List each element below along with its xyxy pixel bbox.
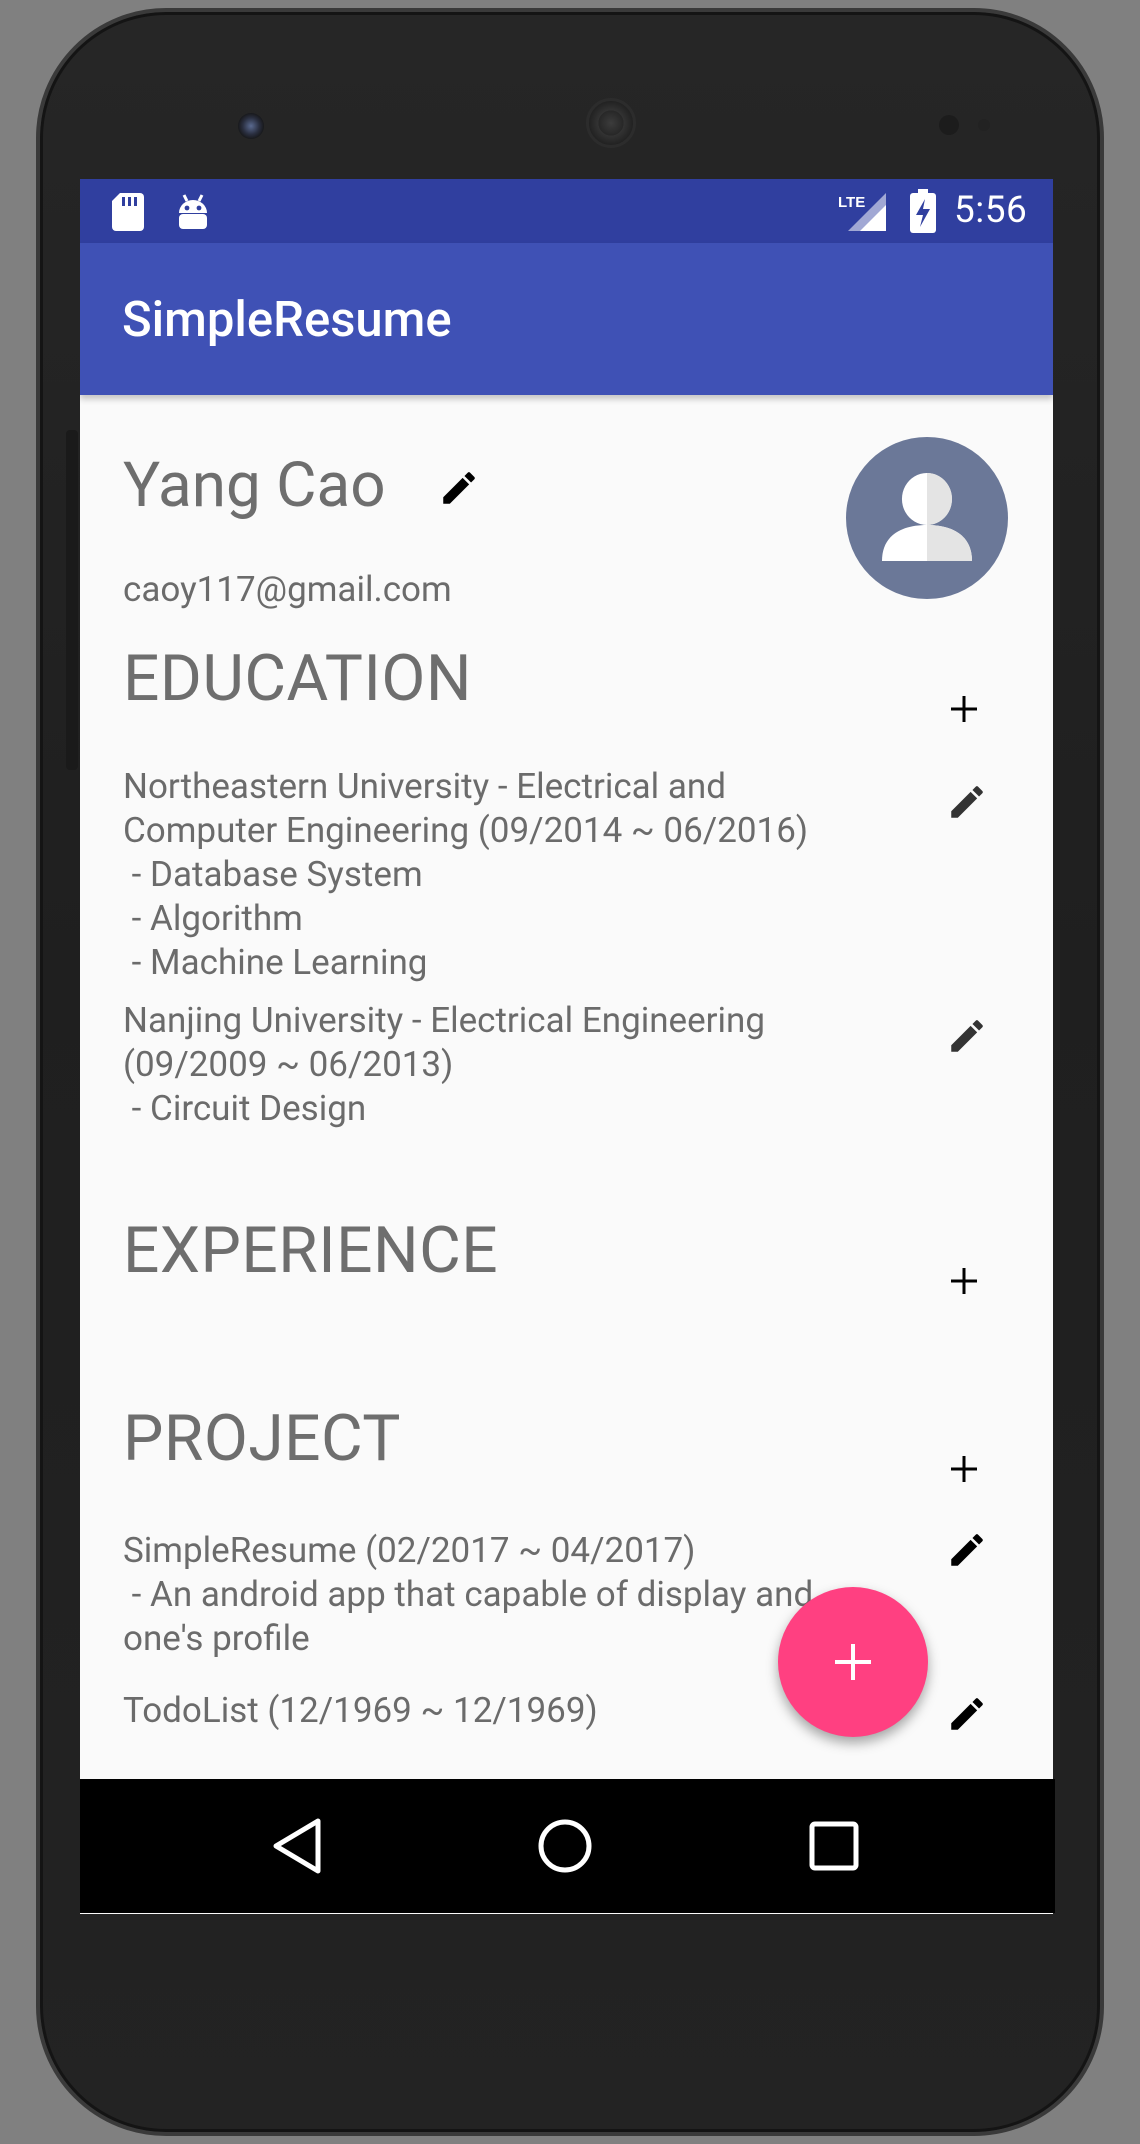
pencil-icon bbox=[951, 1020, 983, 1052]
home-icon[interactable] bbox=[536, 1817, 594, 1879]
education-section-title: EDUCATION bbox=[123, 641, 473, 716]
sd-card-icon bbox=[112, 193, 144, 235]
proximity-sensor bbox=[939, 115, 959, 135]
status-clock: 5:56 bbox=[954, 189, 1028, 232]
add-fab-button[interactable] bbox=[778, 1587, 928, 1737]
earpiece-speaker bbox=[586, 98, 636, 148]
edit-name-pencil-icon[interactable] bbox=[438, 467, 480, 513]
system-nav-bar bbox=[80, 1779, 1055, 1913]
plus-icon bbox=[951, 1456, 977, 1482]
light-sensor bbox=[978, 119, 990, 131]
profile-name: Yang Cao bbox=[123, 449, 386, 522]
add-project-button[interactable] bbox=[940, 1445, 988, 1493]
pencil-icon bbox=[951, 1534, 983, 1566]
person-icon bbox=[882, 473, 972, 561]
project-entry-simpleresume[interactable]: SimpleResume (02/2017 ~ 04/2017) - An an… bbox=[123, 1529, 813, 1661]
project-section-title: PROJECT bbox=[123, 1401, 401, 1476]
project-entry-todolist[interactable]: TodoList (12/1969 ~ 12/1969) bbox=[123, 1689, 598, 1733]
battery-charging-icon bbox=[910, 189, 936, 237]
recent-apps-icon[interactable] bbox=[808, 1817, 860, 1879]
plus-icon bbox=[951, 1268, 977, 1294]
plus-icon bbox=[835, 1644, 871, 1680]
android-debug-icon bbox=[176, 193, 210, 235]
status-bar: LTE 5:56 bbox=[80, 179, 1053, 243]
add-education-button[interactable] bbox=[940, 685, 988, 733]
plus-icon bbox=[951, 696, 977, 722]
experience-section-title: EXPERIENCE bbox=[123, 1213, 499, 1288]
lte-label: LTE bbox=[838, 194, 865, 211]
pencil-icon bbox=[951, 786, 983, 818]
back-icon[interactable] bbox=[270, 1817, 324, 1879]
education-entry-nanjing[interactable]: Nanjing University - Electrical Engineer… bbox=[123, 999, 765, 1131]
app-bar: SimpleResume bbox=[80, 243, 1053, 395]
edit-project-0-button[interactable] bbox=[946, 1529, 994, 1577]
profile-email: caoy117@gmail.com bbox=[123, 569, 452, 610]
edit-education-1-button[interactable] bbox=[946, 1015, 994, 1063]
lte-signal-icon: LTE bbox=[838, 191, 888, 237]
app-title: SimpleResume bbox=[122, 291, 452, 348]
edit-education-0-button[interactable] bbox=[946, 781, 994, 829]
add-experience-button[interactable] bbox=[940, 1257, 988, 1305]
edit-project-1-button[interactable] bbox=[946, 1693, 994, 1741]
volume-button bbox=[66, 430, 78, 770]
education-entry-northeastern[interactable]: Northeastern University - Electrical and… bbox=[123, 765, 808, 985]
pencil-icon bbox=[951, 1698, 983, 1730]
profile-avatar[interactable] bbox=[846, 437, 1008, 599]
front-camera bbox=[238, 113, 264, 139]
